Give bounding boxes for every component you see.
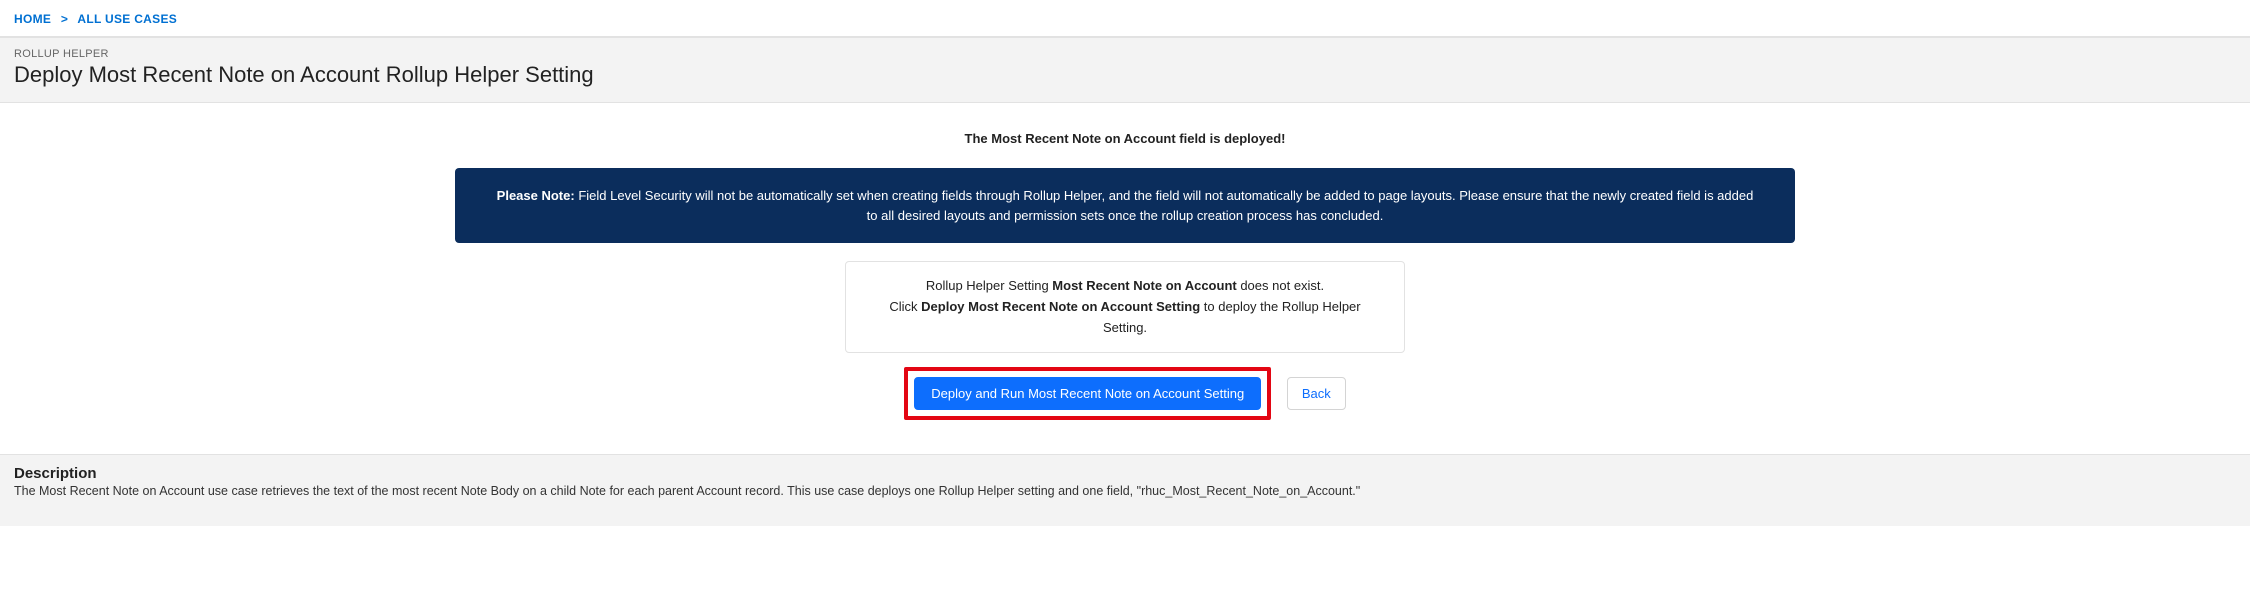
description-body: The Most Recent Note on Account use case… <box>14 484 2236 498</box>
note-banner: Please Note: Field Level Security will n… <box>455 168 1795 243</box>
note-lead: Please Note: <box>497 188 575 203</box>
note-body: Field Level Security will not be automat… <box>575 188 1754 223</box>
card-line1-bold: Most Recent Note on Account <box>1052 278 1236 293</box>
deploy-card-line2: Click Deploy Most Recent Note on Account… <box>870 297 1380 339</box>
page-header: ROLLUP HELPER Deploy Most Recent Note on… <box>0 36 2250 103</box>
deploy-card-line1: Rollup Helper Setting Most Recent Note o… <box>870 276 1380 297</box>
status-message: The Most Recent Note on Account field is… <box>14 131 2236 146</box>
action-row: Deploy and Run Most Recent Note on Accou… <box>14 367 2236 420</box>
card-line1-post: does not exist. <box>1237 278 1324 293</box>
back-button[interactable]: Back <box>1287 377 1346 410</box>
card-line1-pre: Rollup Helper Setting <box>926 278 1052 293</box>
deploy-card: Rollup Helper Setting Most Recent Note o… <box>845 261 1405 353</box>
card-line2-pre: Click <box>889 299 921 314</box>
breadcrumb-separator: > <box>61 12 68 26</box>
breadcrumb-home-link[interactable]: HOME <box>14 12 51 26</box>
page-eyebrow: ROLLUP HELPER <box>14 48 2236 60</box>
deploy-and-run-button[interactable]: Deploy and Run Most Recent Note on Accou… <box>914 377 1261 410</box>
page-title: Deploy Most Recent Note on Account Rollu… <box>14 62 2236 88</box>
description-heading: Description <box>14 465 2236 482</box>
breadcrumb-all-use-cases-link[interactable]: ALL USE CASES <box>77 12 177 26</box>
card-line2-bold: Deploy Most Recent Note on Account Setti… <box>921 299 1200 314</box>
breadcrumb: HOME > ALL USE CASES <box>0 0 2250 36</box>
main-content: The Most Recent Note on Account field is… <box>0 103 2250 432</box>
description-section: Description The Most Recent Note on Acco… <box>0 454 2250 526</box>
highlight-box: Deploy and Run Most Recent Note on Accou… <box>904 367 1271 420</box>
